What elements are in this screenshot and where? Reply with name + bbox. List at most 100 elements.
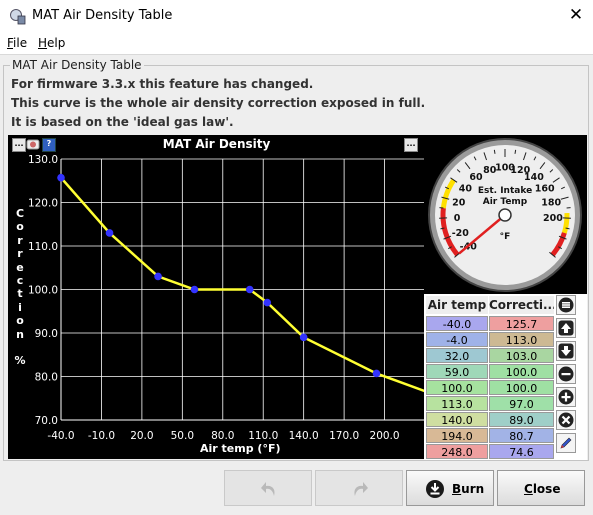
x-tick-label: -10.0 [88, 430, 115, 442]
gauge-label: -20 [452, 228, 470, 239]
menu-icon[interactable] [556, 295, 576, 315]
y-tick-label: 70.0 [35, 415, 58, 427]
menu-file[interactable]: File [7, 36, 27, 50]
cell-correction[interactable]: 80.7 [489, 428, 554, 443]
cell-air-temp[interactable]: 248.0 [426, 444, 488, 459]
x-tick-label: 200.0 [370, 430, 400, 442]
gauge-unit: °F [500, 232, 511, 242]
x-tick-label: 20.0 [130, 430, 153, 442]
y-tick-label: 120.0 [28, 198, 58, 210]
info-line-1: For firmware 3.3.x this feature has chan… [11, 77, 313, 91]
close-button[interactable]: Close [497, 470, 585, 506]
gauge-label: 160 [535, 183, 555, 194]
cell-correction[interactable]: 74.6 [489, 444, 554, 459]
y-axis-label: Correction % [14, 207, 26, 368]
table-header-air-temp[interactable]: Air temp [426, 296, 488, 314]
x-tick-label: 80.0 [211, 430, 234, 442]
gauge-title-line-2: Air Temp [483, 197, 528, 207]
y-tick-label: 100.0 [28, 285, 58, 297]
air-temp-gauge: -40-20020406080100120140160180200Est. In… [424, 135, 587, 294]
plus-icon[interactable] [556, 387, 576, 407]
cell-air-temp[interactable]: 140.0 [426, 412, 488, 427]
x-tick-label: 110.0 [248, 430, 278, 442]
menu-bar: File Help [0, 33, 593, 54]
pencil-icon[interactable] [556, 433, 576, 453]
y-tick-label: 90.0 [35, 328, 58, 340]
arrow-down-icon[interactable] [556, 341, 576, 361]
cell-air-temp[interactable]: 32.0 [426, 348, 488, 363]
gauge-label: 180 [541, 197, 561, 208]
app-icon [9, 8, 26, 25]
gauge-hub [499, 209, 511, 221]
dialog-content: MAT Air Density Table For firmware 3.3.x… [0, 54, 593, 515]
cell-correction[interactable]: 89.0 [489, 412, 554, 427]
data-point [57, 174, 65, 182]
cell-correction[interactable]: 103.0 [489, 348, 554, 363]
cell-air-temp[interactable]: 100.0 [426, 380, 488, 395]
gauge-label: 40 [459, 183, 473, 194]
data-point [300, 334, 308, 342]
x-tick-label: 50.0 [171, 430, 194, 442]
gauge-tick [515, 150, 516, 154]
gauge-label: 0 [454, 213, 461, 224]
arrow-up-icon[interactable] [556, 318, 576, 338]
gauge-label: 140 [524, 172, 544, 183]
menu-help-mnemonic: H [38, 36, 47, 50]
cell-air-temp[interactable]: -4.0 [426, 332, 488, 347]
info-line-3: It is based on the 'ideal gas law'. [11, 115, 234, 129]
title-bar: MAT Air Density Table ✕ [0, 0, 593, 33]
burn-label-rest: urn [461, 482, 484, 496]
data-point [373, 370, 381, 378]
cell-air-temp[interactable]: 59.0 [426, 364, 488, 379]
chart-panel: ... ? MAT Air Density ... -40.0-10.020.0… [8, 135, 425, 459]
x-axis-label: Air temp (°F) [200, 442, 281, 455]
cell-correction[interactable]: 113.0 [489, 332, 554, 347]
redo-button[interactable] [315, 470, 403, 506]
x-tick-label: 170.0 [329, 430, 359, 442]
data-point [106, 229, 114, 237]
menu-help-label: elp [47, 36, 65, 50]
cell-correction[interactable]: 100.0 [489, 380, 554, 395]
close-label-rest: lose [533, 482, 561, 496]
chart-plot[interactable]: -40.0 -10.0 20.0 50.0 80.0 110.0 140.0 170.0 200… [8, 135, 425, 459]
gauge-label: 60 [469, 172, 483, 183]
gauge-tick [494, 150, 495, 154]
undo-button[interactable] [224, 470, 312, 506]
cell-correction[interactable]: 100.0 [489, 364, 554, 379]
gauge-title-line-1: Est. Intake [478, 186, 532, 196]
panel-title: MAT Air Density Table [10, 58, 144, 72]
gauge-label: 200 [543, 213, 563, 224]
y-tick-label: 130.0 [28, 154, 58, 166]
y-tick-label: 110.0 [28, 241, 58, 253]
gauge-panel: -40-20020406080100120140160180200Est. In… [424, 135, 587, 294]
menu-file-label: ile [13, 36, 27, 50]
cell-correction[interactable]: 125.7 [489, 316, 554, 331]
redo-icon [349, 478, 371, 500]
close-mnemonic: C [524, 482, 533, 496]
menu-help[interactable]: Help [38, 36, 65, 50]
data-point [191, 286, 199, 294]
gauge-label: 20 [452, 197, 466, 208]
close-label: Close [524, 482, 560, 496]
window-title: MAT Air Density Table [32, 8, 172, 23]
cell-air-temp[interactable]: 113.0 [426, 396, 488, 411]
x-tick-label: 140.0 [289, 430, 319, 442]
burn-icon [425, 479, 445, 499]
data-point [154, 273, 162, 281]
table-header-correction[interactable]: Correcti... [489, 296, 554, 314]
info-line-2: This curve is the whole air density corr… [11, 96, 425, 110]
close-window-icon[interactable]: ✕ [566, 5, 586, 25]
series-line [61, 178, 425, 400]
burn-button[interactable]: Burn [406, 470, 494, 506]
cell-air-temp[interactable]: 194.0 [426, 428, 488, 443]
y-tick-label: 80.0 [35, 372, 58, 384]
x-circle-icon[interactable] [556, 410, 576, 430]
minus-icon[interactable] [556, 364, 576, 384]
gauge-yellow-zone-high [564, 213, 567, 233]
burn-label: Burn [452, 482, 484, 496]
x-tick-label: -40.0 [47, 430, 74, 442]
cell-air-temp[interactable]: -40.0 [426, 316, 488, 331]
undo-icon [258, 478, 280, 500]
data-point [263, 299, 271, 307]
cell-correction[interactable]: 97.0 [489, 396, 554, 411]
